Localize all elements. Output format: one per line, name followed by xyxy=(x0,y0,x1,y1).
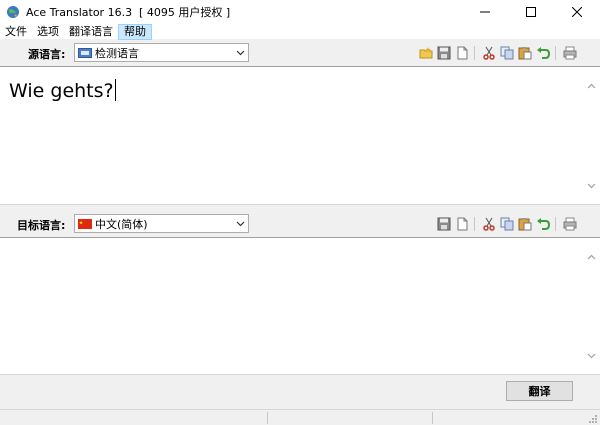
undo-icon xyxy=(537,218,550,230)
cut-icon xyxy=(483,46,495,60)
source-text: Wie gehts? xyxy=(9,80,114,102)
source-language-label: 源语言: xyxy=(28,48,66,61)
save-icon xyxy=(437,46,451,60)
close-button[interactable] xyxy=(554,0,600,24)
target-language-select[interactable]: 中文(简体) xyxy=(74,214,249,233)
print-icon xyxy=(563,217,577,231)
chevron-up-icon xyxy=(587,83,596,88)
target-language-bar: 目标语言: 中文(简体) xyxy=(0,211,600,237)
source-language-bar: 源语言: 检测语言 xyxy=(0,40,600,66)
copy-button[interactable] xyxy=(499,216,515,232)
target-toolbar xyxy=(434,216,578,232)
paste-icon xyxy=(518,218,532,231)
new-document-icon xyxy=(457,46,468,60)
menu-bar: 文件 选项 翻译语言 帮助 xyxy=(0,23,600,40)
source-toolbar xyxy=(416,45,578,61)
chevron-down-icon xyxy=(232,221,248,227)
scroll-up-button[interactable] xyxy=(583,248,600,265)
chevron-down-icon xyxy=(587,183,596,188)
toolbar-divider xyxy=(474,46,475,60)
chevron-up-icon xyxy=(587,254,596,259)
magic-folder-icon xyxy=(419,47,433,59)
globe-icon xyxy=(7,6,19,18)
cut-button[interactable] xyxy=(481,216,497,232)
copy-icon xyxy=(500,46,514,60)
new-document-button[interactable] xyxy=(454,45,470,61)
print-button[interactable] xyxy=(562,45,578,61)
source-language-select[interactable]: 检测语言 xyxy=(74,43,249,62)
menu-translate-language[interactable]: 翻译语言 xyxy=(64,24,118,40)
toolbar-divider xyxy=(555,217,556,231)
action-bar: 翻译 xyxy=(0,375,600,409)
menu-file[interactable]: 文件 xyxy=(0,24,32,40)
chevron-down-icon xyxy=(232,50,248,56)
chevron-down-icon xyxy=(587,353,596,358)
toolbar-divider xyxy=(555,46,556,60)
status-bar xyxy=(0,409,600,425)
cut-button[interactable] xyxy=(481,45,497,61)
toolbar-divider xyxy=(474,217,475,231)
undo-icon xyxy=(537,47,550,59)
resize-grip-icon[interactable] xyxy=(586,412,598,424)
paste-button[interactable] xyxy=(517,216,533,232)
menu-options[interactable]: 选项 xyxy=(32,24,64,40)
save-button[interactable] xyxy=(436,45,452,61)
minimize-button[interactable] xyxy=(462,0,508,24)
minimize-icon xyxy=(480,11,490,13)
detect-language-icon xyxy=(78,47,92,58)
target-text-area[interactable] xyxy=(0,237,600,375)
target-language-label: 目标语言: xyxy=(17,219,66,232)
scroll-down-button[interactable] xyxy=(583,347,600,364)
source-scrollbar[interactable] xyxy=(583,67,600,204)
status-divider xyxy=(432,412,433,424)
copy-button[interactable] xyxy=(499,45,515,61)
text-caret xyxy=(114,79,116,101)
print-icon xyxy=(563,46,577,60)
target-language-value: 中文(简体) xyxy=(95,217,148,231)
menu-help[interactable]: 帮助 xyxy=(118,23,152,40)
paste-button[interactable] xyxy=(517,45,533,61)
undo-button[interactable] xyxy=(535,216,551,232)
scroll-up-button[interactable] xyxy=(583,77,600,94)
close-icon xyxy=(572,7,582,17)
save-button[interactable] xyxy=(436,216,452,232)
status-divider xyxy=(267,412,268,424)
copy-icon xyxy=(500,217,514,231)
new-document-icon xyxy=(457,217,468,231)
translate-button[interactable]: 翻译 xyxy=(506,381,573,401)
paste-icon xyxy=(518,47,532,60)
maximize-icon xyxy=(526,7,536,17)
source-text-area[interactable]: Wie gehts? xyxy=(0,66,600,205)
title-bar: Ace Translator 16.3 [ 4095 用户授权 ] xyxy=(0,0,600,24)
scroll-down-button[interactable] xyxy=(583,177,600,194)
magic-folder-button[interactable] xyxy=(418,45,434,61)
source-language-value: 检测语言 xyxy=(95,46,139,60)
cut-icon xyxy=(483,217,495,231)
undo-button[interactable] xyxy=(535,45,551,61)
china-flag-icon xyxy=(78,218,92,229)
window-title: Ace Translator 16.3 [ 4095 用户授权 ] xyxy=(26,6,231,19)
save-icon xyxy=(437,217,451,231)
print-button[interactable] xyxy=(562,216,578,232)
target-scrollbar[interactable] xyxy=(583,238,600,374)
maximize-button[interactable] xyxy=(508,0,554,24)
source-text-content[interactable]: Wie gehts? xyxy=(9,79,116,102)
new-document-button[interactable] xyxy=(454,216,470,232)
